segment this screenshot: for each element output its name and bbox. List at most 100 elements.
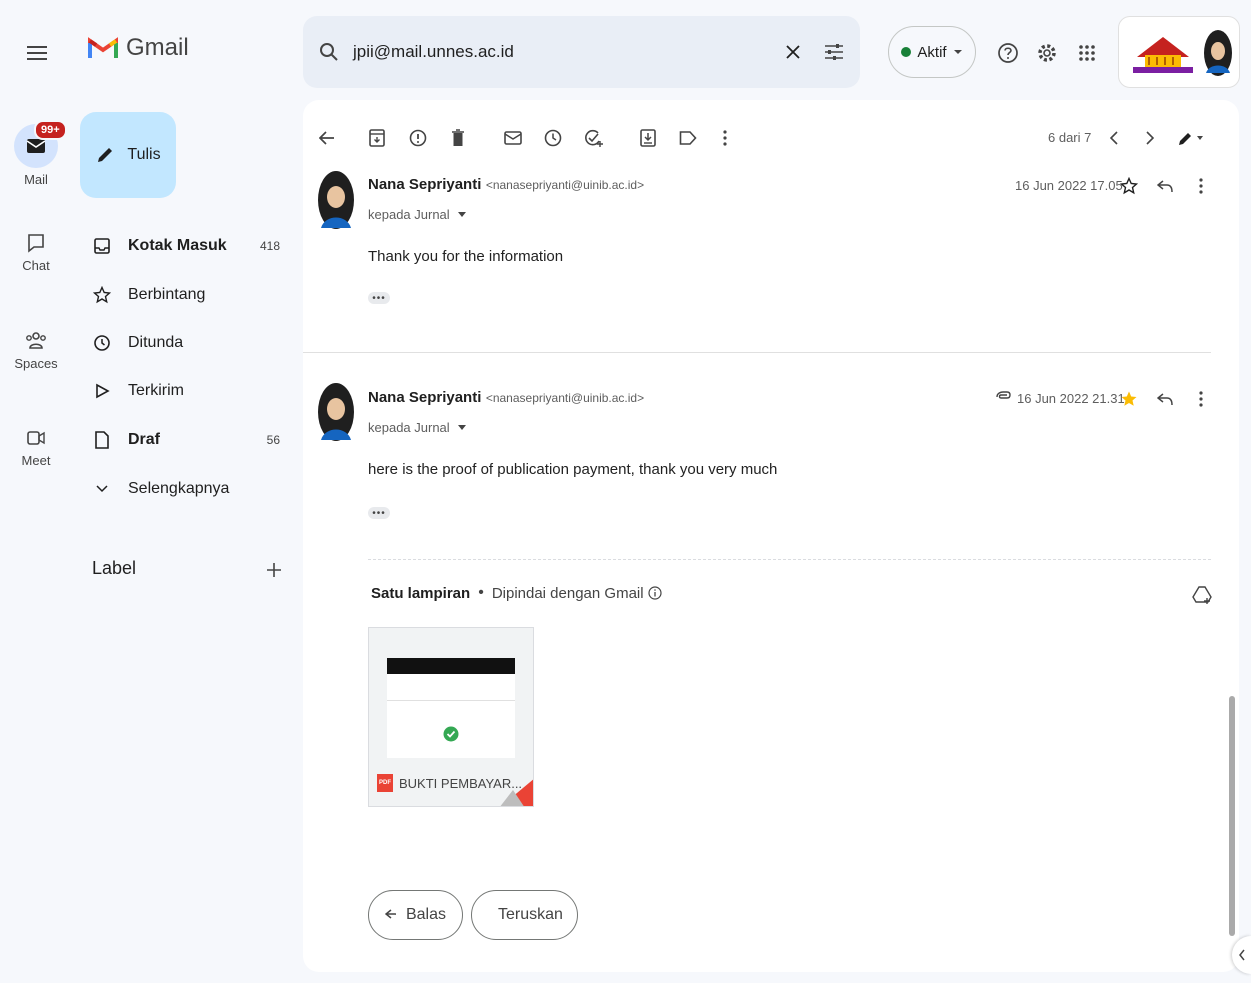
add-to-drive-icon <box>1192 586 1212 604</box>
account-switcher[interactable] <box>1118 16 1240 88</box>
avatar <box>1204 30 1232 76</box>
caret-down-icon <box>953 50 962 54</box>
search-input[interactable]: jpii@mail.unnes.ac.id <box>353 42 514 62</box>
older-button[interactable] <box>1139 126 1161 150</box>
message-divider <box>303 352 1211 353</box>
status-button[interactable]: Aktif <box>888 26 976 78</box>
nav-inbox-count: 418 <box>259 239 280 253</box>
rail-meet[interactable]: Meet <box>0 427 72 468</box>
rail-spaces-label: Spaces <box>14 356 58 371</box>
delete-button[interactable] <box>446 126 470 150</box>
save-to-drive-button[interactable] <box>1189 582 1215 608</box>
search-icon <box>320 43 338 61</box>
organization-logo <box>1133 37 1193 73</box>
rail-mail-label: Mail <box>24 172 48 187</box>
check-circle-icon <box>443 726 459 742</box>
snooze-button[interactable] <box>541 126 565 150</box>
label-icon <box>679 131 697 145</box>
mail-icon <box>26 139 46 153</box>
arrow-left-icon <box>319 131 334 145</box>
nav-inbox-label: Kotak Masuk <box>128 237 227 254</box>
move-to-button[interactable] <box>636 126 660 150</box>
archive-button[interactable] <box>365 126 389 150</box>
recipient-label: kepada Jurnal <box>368 207 450 222</box>
back-button[interactable] <box>315 126 339 150</box>
forward-action-label: Teruskan <box>498 906 563 923</box>
trash-icon <box>452 129 464 146</box>
spaces-icon <box>26 332 46 349</box>
settings-button[interactable] <box>1034 40 1060 66</box>
gmail-logo[interactable]: Gmail <box>88 34 189 62</box>
apps-grid-icon <box>1079 45 1095 61</box>
more-vert-icon <box>723 130 727 146</box>
apps-button[interactable] <box>1074 40 1100 66</box>
message-pane: 6 dari 7 Nana Sepriyanti <nanasepriyanti… <box>303 100 1239 972</box>
plus-icon <box>267 563 281 577</box>
scrollbar-thumb[interactable] <box>1229 696 1235 936</box>
help-icon <box>998 43 1018 63</box>
show-trimmed-content-button[interactable]: ••• <box>368 507 390 519</box>
scanned-label: Dipindai dengan Gmail <box>491 584 644 602</box>
message-more-button[interactable] <box>1189 174 1213 198</box>
input-tools-button[interactable] <box>1173 126 1209 150</box>
gear-icon <box>1038 44 1056 62</box>
recipient-details[interactable]: kepada Jurnal <box>368 207 466 222</box>
gmail-m-icon <box>88 37 118 58</box>
star-button[interactable] <box>1117 387 1141 411</box>
compose-button[interactable]: Tulis <box>80 112 176 198</box>
search-bar[interactable]: jpii@mail.unnes.ac.id <box>303 16 860 88</box>
chevron-right-icon <box>1146 131 1154 145</box>
mark-unread-button[interactable] <box>501 126 525 150</box>
attachment-card[interactable]: PDF BUKTI PEMBAYAR... <box>368 627 534 807</box>
add-label-button[interactable] <box>262 558 286 582</box>
attachments-title: Satu lampiran <box>371 584 471 602</box>
rail-mail[interactable]: 99+ Mail <box>0 120 72 187</box>
main-menu-button[interactable] <box>22 38 52 68</box>
status-dot <box>901 47 912 57</box>
reply-button[interactable] <box>1153 174 1177 198</box>
recipient-details[interactable]: kepada Jurnal <box>368 420 466 435</box>
message-date: 16 Jun 2022 21.31 <box>1017 391 1125 406</box>
add-task-button[interactable] <box>582 126 606 150</box>
forward-action-button[interactable]: Teruskan <box>471 890 578 940</box>
nav-starred[interactable]: Berbintang <box>80 275 290 315</box>
rail-chat-label: Chat <box>22 258 50 273</box>
archive-icon <box>369 129 385 147</box>
nav-drafts[interactable]: Draf 56 <box>80 420 290 460</box>
send-icon <box>96 383 110 399</box>
nav-drafts-label: Draf <box>128 431 161 448</box>
help-button[interactable] <box>995 40 1021 66</box>
newer-button[interactable] <box>1103 126 1125 150</box>
message-body: Thank you for the information <box>368 248 564 265</box>
search-options-button[interactable] <box>821 40 847 64</box>
message-more-button[interactable] <box>1189 387 1213 411</box>
nav-sent[interactable]: Terkirim <box>80 371 290 411</box>
nav-starred-label: Berbintang <box>128 286 206 303</box>
label-button[interactable] <box>676 126 700 150</box>
caret-down-icon <box>457 425 466 430</box>
chevron-left-icon <box>1110 131 1118 145</box>
star-outline-icon <box>1120 177 1138 195</box>
rail-meet-label: Meet <box>21 453 51 468</box>
nav-more-label: Selengkapnya <box>128 480 230 497</box>
show-trimmed-content-button[interactable]: ••• <box>368 292 390 304</box>
sender-name: Nana Sepriyanti <box>368 176 482 193</box>
reply-action-label: Balas <box>405 906 446 923</box>
pen-dropdown-icon <box>1179 133 1203 145</box>
nav-sent-label: Terkirim <box>128 382 184 399</box>
reply-button[interactable] <box>1153 387 1177 411</box>
attachment-icon <box>996 391 1011 399</box>
reply-action-button[interactable]: Balas <box>368 890 463 940</box>
reply-icon <box>1157 180 1173 193</box>
report-spam-button[interactable] <box>406 126 430 150</box>
rail-spaces[interactable]: Spaces <box>0 330 72 371</box>
star-button[interactable] <box>1117 174 1141 198</box>
nav-more[interactable]: Selengkapnya <box>80 469 290 509</box>
message-date: 16 Jun 2022 17.05 <box>1015 178 1123 193</box>
rail-chat[interactable]: Chat <box>0 232 72 273</box>
more-actions-button[interactable] <box>713 126 737 150</box>
nav-inbox[interactable]: Kotak Masuk 418 <box>80 226 290 266</box>
video-camera-icon <box>27 431 45 445</box>
nav-snoozed[interactable]: Ditunda <box>80 323 290 363</box>
clear-search-button[interactable] <box>781 40 805 64</box>
